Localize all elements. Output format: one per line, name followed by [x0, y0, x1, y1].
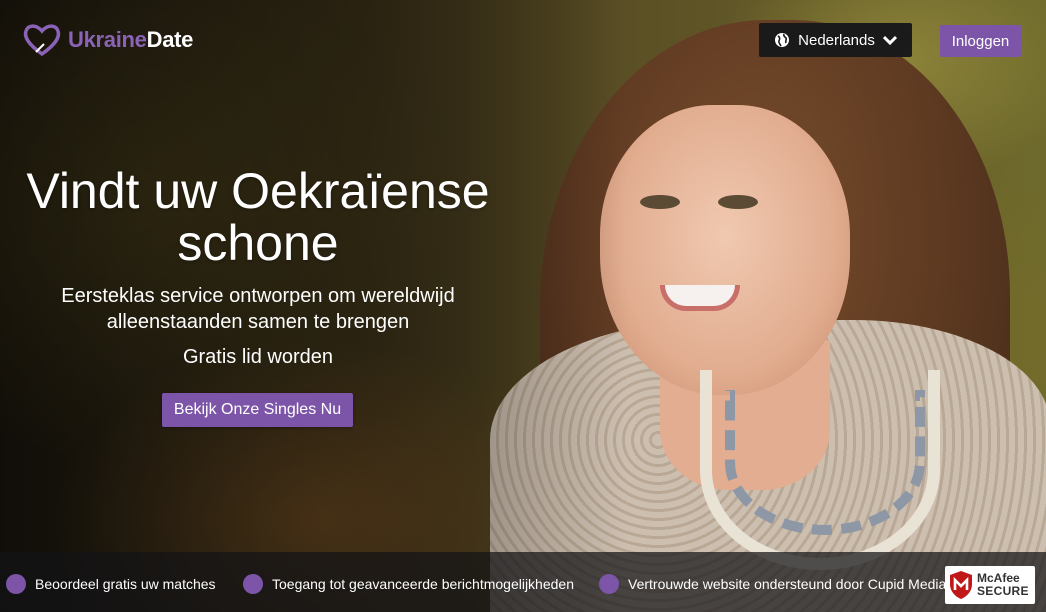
feature-label: Toegang tot geavanceerde berichtmogelijk…: [272, 576, 574, 592]
logo-text-date: Date: [146, 27, 194, 52]
mcafee-secure-badge[interactable]: McAfee SECURE: [945, 566, 1035, 604]
circle-bullet-icon: [599, 574, 619, 594]
circle-bullet-icon: [243, 574, 263, 594]
badge-text: McAfee SECURE: [977, 572, 1029, 598]
feature-item: Vertrouwde website ondersteund door Cupi…: [599, 574, 946, 594]
hero-headline: Vindt uw Oekraïense schone: [0, 165, 516, 269]
feature-item: Toegang tot geavanceerde berichtmogelijk…: [243, 574, 574, 594]
language-label: Nederlands: [798, 31, 875, 49]
feature-label: Beoordeel gratis uw matches: [35, 576, 216, 592]
join-free-text: Gratis lid worden: [182, 346, 334, 368]
hero-headline-line1: Vindt uw Oekraïense: [26, 163, 490, 219]
badge-line2: SECURE: [977, 584, 1029, 598]
site-logo[interactable]: UkraineDate: [22, 22, 193, 58]
mcafee-shield-icon: [950, 571, 972, 599]
hero-headline-line2: schone: [177, 215, 339, 271]
hero-subheading: Eersteklas service ontworpen om wereldwi…: [0, 283, 516, 335]
feature-item: Beoordeel gratis uw matches: [6, 574, 216, 594]
logo-text: UkraineDate: [68, 27, 193, 53]
feature-label: Vertrouwde website ondersteund door Cupi…: [628, 576, 947, 592]
hero-subheading-line2: alleenstaanden samen te brengen: [106, 311, 410, 333]
circle-bullet-icon: [6, 574, 26, 594]
language-selector[interactable]: Nederlands: [759, 23, 912, 57]
heart-logo-icon: [23, 24, 61, 57]
chevron-down-icon: [882, 35, 897, 45]
hero-subheading-line1: Eersteklas service ontworpen om wereldwi…: [61, 285, 455, 307]
logo-text-ukraine: Ukraine: [68, 27, 147, 52]
globe-icon: [775, 33, 790, 47]
view-singles-button[interactable]: Bekijk Onze Singles Nu: [162, 393, 353, 427]
login-button[interactable]: Inloggen: [940, 25, 1021, 57]
